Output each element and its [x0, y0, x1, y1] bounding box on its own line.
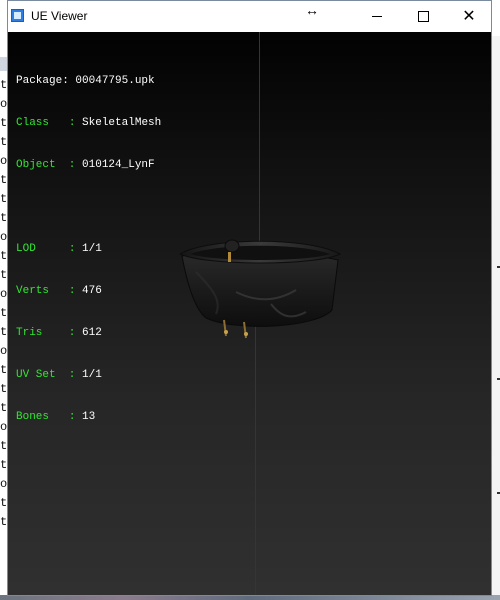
tris-value: 612: [82, 327, 102, 339]
uvset-label: UV Set: [16, 369, 56, 381]
separator: :: [55, 369, 83, 381]
class-label: Class: [16, 117, 50, 129]
maximize-icon: [417, 11, 429, 22]
minimize-icon: [372, 16, 382, 17]
lod-label: LOD: [16, 243, 36, 255]
bones-label: Bones: [16, 411, 50, 423]
info-row-bones: Bones : 13: [16, 410, 161, 424]
separator: :: [49, 117, 83, 129]
info-row-verts: Verts : 476: [16, 284, 161, 298]
title-bar[interactable]: UE Viewer ↔ ✕: [8, 1, 491, 32]
uvset-value: 1/1: [82, 369, 102, 381]
separator: :: [49, 285, 83, 297]
3d-viewport[interactable]: Package: 00047795.upk Class : SkeletalMe…: [8, 32, 491, 595]
axis-line: [259, 32, 260, 242]
window-title: UE Viewer: [31, 9, 88, 23]
app-icon: [11, 9, 24, 22]
package-label: Package: [16, 75, 63, 87]
class-value: SkeletalMesh: [82, 117, 162, 129]
bones-value: 13: [82, 411, 96, 423]
info-row-package: Package: 00047795.upk: [16, 74, 161, 88]
mesh-info-overlay: Package: 00047795.upk Class : SkeletalMe…: [16, 46, 161, 452]
info-row-object: Object : 010124_LynF: [16, 158, 161, 172]
tris-label: Tris: [16, 327, 43, 339]
close-icon: ✕: [462, 7, 476, 25]
separator: :: [62, 75, 76, 87]
separator: :: [42, 327, 83, 339]
separator: :: [55, 159, 83, 171]
verts-value: 476: [82, 285, 102, 297]
info-row-uvset: UV Set : 1/1: [16, 368, 161, 382]
lod-value: 1/1: [82, 243, 102, 255]
info-row-lod: LOD : 1/1: [16, 242, 161, 256]
package-value: 00047795.upk: [75, 75, 155, 87]
info-row-class: Class : SkeletalMesh: [16, 116, 161, 130]
separator: :: [49, 411, 83, 423]
background-right-panel: [492, 36, 500, 596]
object-label: Object: [16, 159, 56, 171]
close-button[interactable]: ✕: [446, 1, 492, 32]
separator: :: [35, 243, 83, 255]
object-value: 010124_LynF: [82, 159, 155, 171]
ue-viewer-window: UE Viewer ↔ ✕ Package: 00047795.upk Clas…: [7, 0, 492, 596]
maximize-button[interactable]: [400, 1, 446, 32]
skeletal-mesh-render[interactable]: [176, 232, 342, 344]
verts-label: Verts: [16, 285, 50, 297]
minimize-button[interactable]: [354, 1, 400, 32]
info-row-tris: Tris : 612: [16, 326, 161, 340]
resize-horizontal-icon: ↔: [305, 2, 319, 18]
